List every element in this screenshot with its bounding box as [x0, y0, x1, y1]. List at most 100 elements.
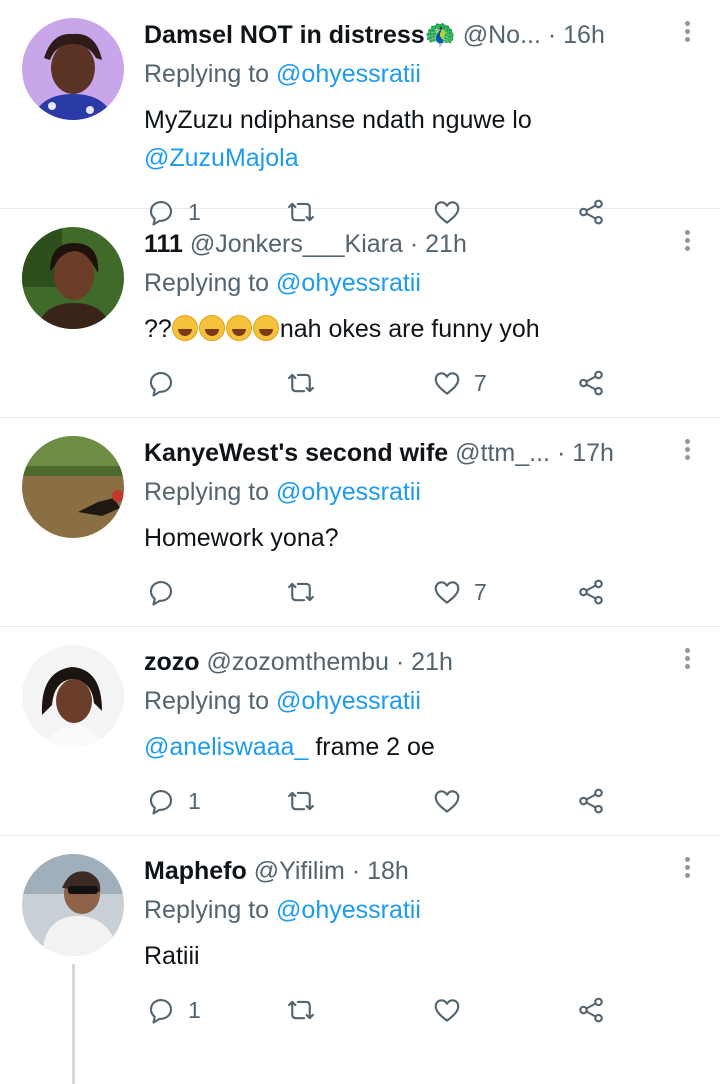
reply-icon	[149, 789, 173, 815]
tweet-header: zozo @zozomthembu · 21h	[144, 645, 660, 679]
laughing-emoji-icon	[171, 315, 198, 341]
replying-prefix: Replying to	[144, 269, 270, 297]
timestamp[interactable]: 21h	[411, 648, 453, 676]
timestamp[interactable]: 21h	[425, 230, 467, 258]
avatar[interactable]	[22, 854, 124, 956]
user-handle[interactable]: @No...	[463, 21, 541, 49]
display-name[interactable]: 111	[144, 230, 183, 258]
retweet-icon	[288, 582, 314, 602]
tweet-actions: 7	[146, 574, 616, 610]
tweet[interactable]: zozo @zozomthembu · 21h Replying to @ohy…	[0, 627, 720, 836]
like-count: 7	[474, 578, 487, 605]
tweet-text: Homework yona?	[144, 519, 680, 557]
share-button[interactable]	[576, 574, 606, 610]
tweet-header: 111 @Jonkers___Kiara · 21h	[144, 227, 660, 261]
like-button[interactable]	[432, 992, 474, 1028]
tweet-actions: 1	[146, 992, 616, 1028]
thread-line	[72, 964, 75, 1084]
more-icon[interactable]	[682, 854, 692, 884]
separator-dot: ·	[395, 648, 405, 676]
retweet-button[interactable]	[286, 574, 328, 610]
tweet-header: Damsel NOT in distress🦚 @No... · 16h	[144, 18, 660, 52]
avatar[interactable]	[22, 645, 124, 747]
share-button[interactable]	[576, 783, 606, 819]
display-name[interactable]: KanyeWest's second wife	[144, 439, 448, 467]
separator-dot: ·	[556, 439, 566, 467]
reply-button[interactable]: 1	[146, 783, 201, 819]
retweet-button[interactable]	[286, 992, 328, 1028]
separator-dot: ·	[547, 21, 557, 49]
replying-prefix: Replying to	[144, 687, 270, 715]
replying-to: Replying to @ohyessratii	[144, 266, 421, 300]
replying-to-mention[interactable]: @ohyessratii	[276, 896, 421, 924]
like-count: 7	[474, 369, 487, 396]
separator-dot: ·	[409, 230, 419, 258]
tweet-text-body: MyZuzu ndiphanse ndath nguwe lo	[144, 106, 532, 134]
retweet-icon	[288, 373, 314, 393]
more-icon[interactable]	[682, 18, 692, 48]
tweet-text-prefix: ??	[144, 315, 172, 343]
like-button[interactable]: 7	[432, 574, 487, 610]
timestamp[interactable]: 16h	[563, 21, 605, 49]
display-name[interactable]: Damsel NOT in distress🦚	[144, 21, 456, 49]
replying-to-mention[interactable]: @ohyessratii	[276, 687, 421, 715]
replying-to: Replying to @ohyessratii	[144, 893, 421, 927]
reply-button[interactable]: 1	[146, 992, 201, 1028]
retweet-button[interactable]	[286, 365, 328, 401]
tweet-mention[interactable]: @aneliswaaa_	[144, 733, 308, 761]
tweet-text: Ratiii	[144, 937, 680, 975]
heart-icon	[434, 581, 460, 604]
user-handle[interactable]: @Yifilim	[254, 857, 345, 885]
like-button[interactable]: 7	[432, 365, 487, 401]
reply-button[interactable]	[146, 365, 188, 401]
separator-dot: ·	[351, 857, 361, 885]
tweet[interactable]: 111 @Jonkers___Kiara · 21h Replying to @…	[0, 209, 720, 418]
retweet-icon	[288, 1000, 314, 1020]
heart-icon	[434, 790, 460, 813]
tweet-text: MyZuzu ndiphanse ndath nguwe lo @ZuzuMaj…	[144, 101, 680, 177]
timestamp[interactable]: 17h	[572, 439, 614, 467]
replying-to-mention[interactable]: @ohyessratii	[276, 478, 421, 506]
replying-to: Replying to @ohyessratii	[144, 684, 421, 718]
tweet-mention[interactable]: @ZuzuMajola	[144, 144, 299, 172]
tweet[interactable]: KanyeWest's second wife @ttm_... · 17h R…	[0, 418, 720, 627]
replying-to-mention[interactable]: @ohyessratii	[276, 269, 421, 297]
heart-icon	[434, 372, 460, 395]
tweet[interactable]: Maphefo @Yifilim · 18h Replying to @ohye…	[0, 836, 720, 1084]
replying-to: Replying to @ohyessratii	[144, 475, 421, 509]
timestamp[interactable]: 18h	[367, 857, 409, 885]
tweet-text-body: Ratiii	[144, 942, 200, 970]
display-name[interactable]: zozo	[144, 648, 200, 676]
tweet[interactable]: Damsel NOT in distress🦚 @No... · 16h Rep…	[0, 0, 720, 226]
avatar[interactable]	[22, 18, 124, 120]
tweet-text-body: nah okes are funny yoh	[279, 315, 540, 343]
more-icon[interactable]	[682, 436, 692, 466]
user-handle[interactable]: @zozomthembu	[207, 648, 389, 676]
replying-to-mention[interactable]: @ohyessratii	[276, 60, 421, 88]
like-button[interactable]	[432, 783, 474, 819]
tweet-text: @aneliswaaa_ frame 2 oe	[144, 728, 680, 766]
display-name[interactable]: Maphefo	[144, 857, 247, 885]
reply-icon	[149, 998, 173, 1024]
replying-prefix: Replying to	[144, 896, 270, 924]
tweet-actions: 1	[146, 783, 616, 819]
user-handle[interactable]: @Jonkers___Kiara	[190, 230, 403, 258]
avatar[interactable]	[22, 436, 124, 538]
reply-count: 1	[188, 787, 201, 814]
replying-prefix: Replying to	[144, 478, 270, 506]
reply-button[interactable]	[146, 574, 188, 610]
retweet-button[interactable]	[286, 783, 328, 819]
laughing-emoji-icon	[198, 315, 225, 341]
tweet-text-body: frame 2 oe	[315, 733, 435, 761]
share-button[interactable]	[576, 992, 606, 1028]
tweet-actions: 7	[146, 365, 616, 401]
avatar[interactable]	[22, 227, 124, 329]
tweet-header: Maphefo @Yifilim · 18h	[144, 854, 660, 888]
more-icon[interactable]	[682, 227, 692, 257]
tweet-header: KanyeWest's second wife @ttm_... · 17h	[144, 436, 660, 470]
reply-icon	[149, 371, 173, 397]
more-icon[interactable]	[682, 645, 692, 675]
replying-to: Replying to @ohyessratii	[144, 57, 421, 91]
user-handle[interactable]: @ttm_...	[455, 439, 550, 467]
share-button[interactable]	[576, 365, 606, 401]
